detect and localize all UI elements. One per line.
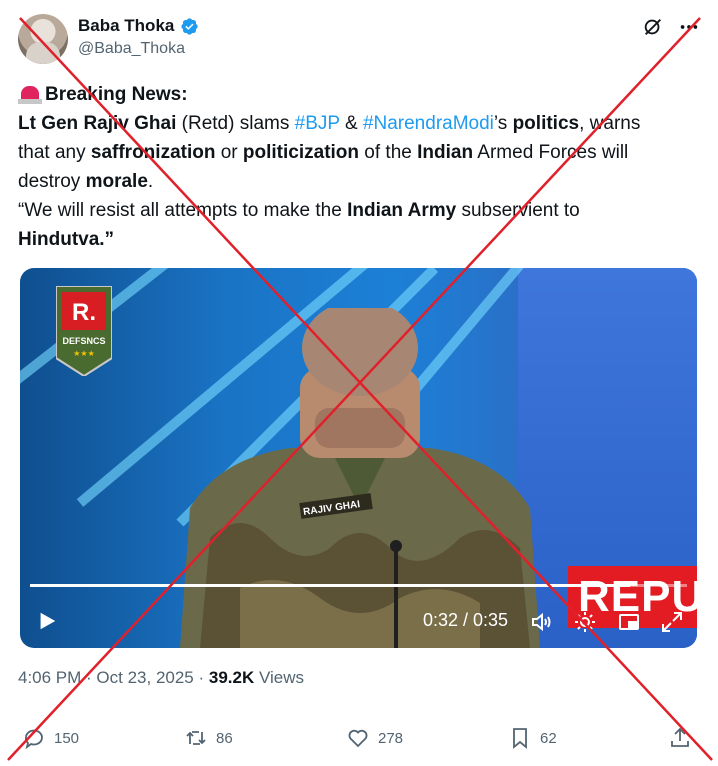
avatar[interactable] — [18, 14, 68, 64]
views-count: 39.2K — [208, 668, 255, 687]
share-icon — [671, 727, 689, 747]
bookmark-icon — [513, 728, 527, 749]
header-actions — [642, 16, 700, 38]
author-name-row: Baba Thoka — [78, 16, 199, 36]
volume-icon[interactable] — [530, 610, 554, 634]
like-button[interactable]: 278 — [346, 726, 403, 750]
text-span: & — [339, 113, 363, 134]
text-bold: politics — [512, 113, 580, 134]
text-bold: Lt Gen Rajiv Ghai — [18, 113, 177, 134]
logo-letter: R. — [72, 299, 96, 326]
text-span: (Retd) slams — [176, 113, 295, 134]
text-bold: saffronization — [90, 142, 216, 163]
logo-text: DEFSNCS — [62, 336, 105, 346]
grok-icon[interactable] — [642, 16, 664, 38]
tweet-meta: 4:06 PM · Oct 23, 2025 · 39.2K Views — [18, 668, 304, 688]
text-span: , warns — [579, 113, 641, 134]
play-icon[interactable] — [36, 610, 58, 632]
author-display-name[interactable]: Baba Thoka — [78, 16, 174, 36]
share-button[interactable] — [668, 726, 692, 750]
fullscreen-icon[interactable] — [660, 610, 684, 634]
channel-logo: R. DEFSNCS ★★★ — [56, 286, 112, 376]
like-count: 278 — [378, 729, 404, 747]
tweet-timestamp[interactable]: 4:06 PM · Oct 23, 2025 — [18, 668, 194, 687]
reply-icon — [24, 729, 43, 750]
tweet-line-5: “We will resist all attempts to make the… — [18, 196, 708, 225]
tweet-line-3: that any saffronization or politicizatio… — [18, 138, 708, 167]
text-span: that any — [18, 142, 91, 163]
bookmark-button[interactable]: 62 — [508, 726, 557, 750]
text-span: ’s — [493, 113, 513, 134]
repost-button[interactable]: 86 — [184, 726, 233, 750]
hashtag-narendramodi-link[interactable]: #NarendraModi — [363, 113, 494, 134]
text-span: “We will resist all attempts to make the — [18, 200, 348, 221]
tweet-line-4: destroy morale. — [18, 167, 708, 196]
text-span: of the — [359, 142, 418, 163]
tweet-header: Baba Thoka @Baba_Thoka — [18, 12, 700, 68]
svg-text:★★★: ★★★ — [73, 349, 95, 358]
reply-button[interactable]: 150 — [22, 726, 79, 750]
video-controls: 0:32 / 0:35 — [20, 598, 697, 644]
heart-icon — [348, 729, 368, 748]
video-player[interactable]: R. DEFSNCS ★★★ RAJIV GHAI REPU 0:32 / 0:… — [20, 268, 697, 648]
text-span: Armed Forces will — [473, 142, 629, 163]
settings-gear-icon[interactable] — [573, 610, 597, 634]
verified-badge-icon — [181, 17, 198, 35]
text-bold: politicization — [242, 142, 360, 163]
views-label: Views — [254, 668, 305, 687]
tweet-actions: 150 86 278 62 — [18, 726, 700, 756]
picture-in-picture-icon[interactable] — [617, 610, 641, 634]
text-span: subservient to — [456, 200, 580, 221]
bookmark-count: 62 — [540, 729, 557, 747]
meta-separator: · — [193, 668, 209, 687]
text-span: destroy — [18, 171, 86, 192]
tweet-line-2: Lt Gen Rajiv Ghai (Retd) slams #BJP & #N… — [18, 109, 708, 138]
video-time: 0:32 / 0:35 — [423, 610, 509, 630]
text-bold: Hindutva.” — [18, 229, 115, 250]
tweet-line-6: Hindutva.” — [18, 225, 708, 254]
siren-emoji-icon — [18, 82, 42, 104]
reply-count: 150 — [54, 729, 80, 747]
more-icon[interactable] — [678, 16, 700, 38]
text-bold: Indian — [417, 142, 474, 163]
repost-count: 86 — [216, 729, 233, 747]
author-handle[interactable]: @Baba_Thoka — [78, 40, 185, 58]
hashtag-bjp-link[interactable]: #BJP — [295, 113, 340, 134]
video-progress-bar[interactable] — [30, 584, 687, 587]
text-span: or — [215, 142, 243, 163]
text-bold: morale — [85, 171, 148, 192]
text-span: . — [147, 171, 154, 192]
tweet-text: Breaking News: Lt Gen Rajiv Ghai (Retd) … — [18, 80, 708, 254]
breaking-news-heading: Breaking News: — [45, 84, 188, 105]
speaker-figure: RAJIV GHAI — [180, 308, 540, 648]
repost-icon — [186, 731, 206, 745]
text-bold: Indian Army — [347, 200, 457, 221]
tweet-line-1: Breaking News: — [18, 80, 708, 109]
